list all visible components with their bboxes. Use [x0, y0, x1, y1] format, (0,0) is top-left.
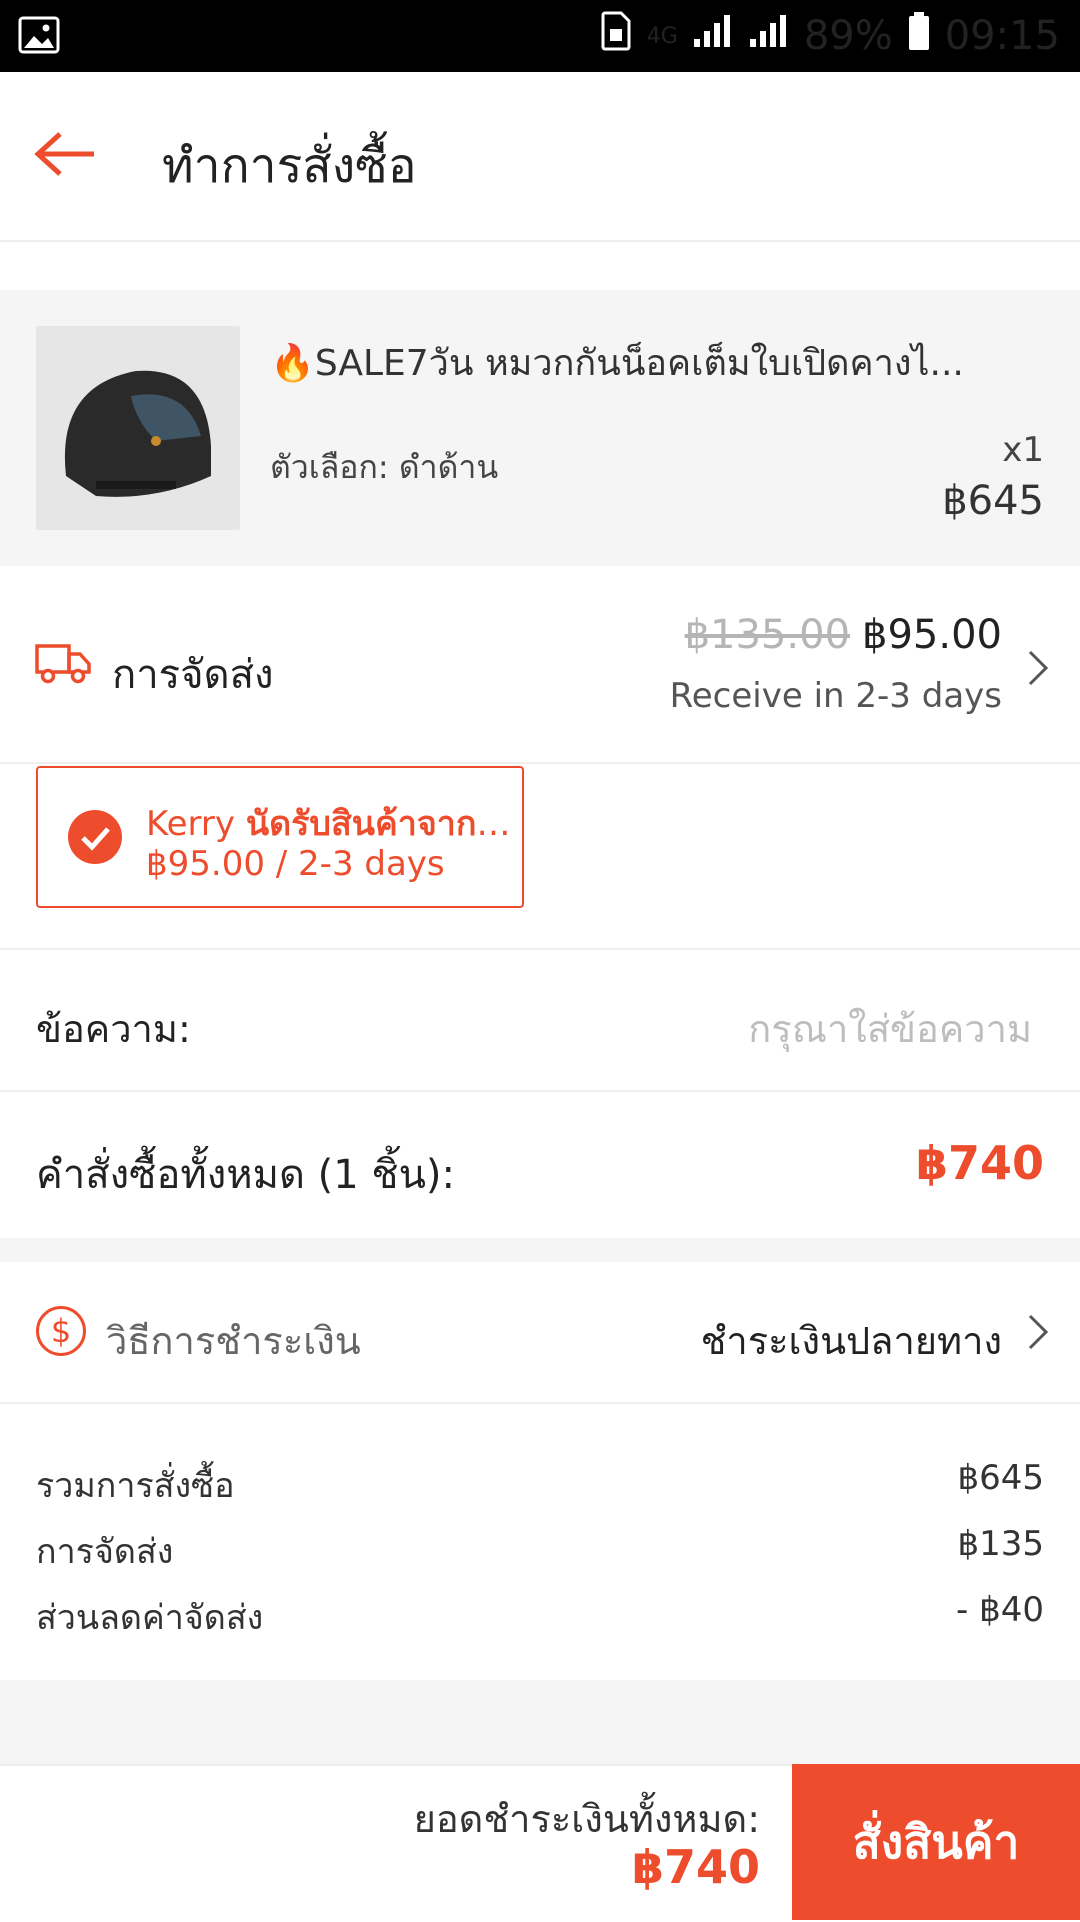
image-notification-icon [18, 14, 60, 56]
summary-discount-label: ส่วนลดค่าจัดส่ง [36, 1598, 264, 1638]
summary-shipping-value: ฿135 [957, 1524, 1044, 1564]
clock: 09:15 [944, 13, 1060, 59]
summary-subtotal-value: ฿645 [957, 1458, 1044, 1498]
order-total-value: ฿740 [915, 1136, 1044, 1190]
chevron-right-icon[interactable] [1026, 648, 1050, 688]
shipping-label: การจัดส่ง [112, 652, 274, 698]
place-order-button[interactable]: สั่งสินค้า [792, 1764, 1080, 1920]
signal-icon [692, 13, 734, 59]
section-divider [0, 1238, 1080, 1262]
summary-discount-value: - ฿40 [956, 1590, 1044, 1630]
product-quantity: x1 [1002, 430, 1044, 470]
signal-icon-2 [748, 13, 790, 59]
back-arrow-icon[interactable] [34, 130, 98, 178]
payment-method-label: วิธีการชำระเงิน [106, 1319, 361, 1363]
product-variant: ตัวเลือก: ดำด้าน [270, 448, 499, 486]
message-label: ข้อความ: [36, 1007, 191, 1051]
courier-name: Kerry นัดรับสินค้าจากร้า... [146, 796, 516, 850]
product-image[interactable] [36, 326, 240, 530]
product-price: ฿645 [942, 478, 1044, 524]
summary-subtotal-label: รวมการสั่งซื้อ [36, 1466, 235, 1506]
battery-icon [907, 11, 931, 61]
network-type: 4G [646, 23, 678, 49]
shipping-price: ฿135.00 ฿95.00 [685, 612, 1002, 658]
product-name[interactable]: 🔥SALE7วัน หมวกกันน็อคเต็มใบเปิดคางไ... [270, 334, 1030, 391]
page-title: ทำการสั่งซื้อ [162, 138, 417, 194]
shipping-old-price: ฿135.00 [684, 612, 851, 658]
truck-icon [34, 640, 92, 686]
chevron-right-icon[interactable] [1026, 1312, 1050, 1352]
sim-icon [599, 11, 633, 61]
summary-shipping-label: การจัดส่ง [36, 1532, 174, 1572]
check-icon [68, 810, 122, 864]
courier-detail: ฿95.00 / 2-3 days [146, 844, 445, 884]
message-input[interactable]: กรุณาใส่ข้อความ [748, 998, 1032, 1059]
dollar-icon: $ [36, 1306, 86, 1356]
courier-brand: Kerry [146, 804, 236, 844]
shipping-days: Receive in 2-3 days [669, 676, 1002, 716]
status-icons: 4G 89% 09:15 [599, 0, 1060, 72]
payment-method-value: ชำระเงินปลายทาง [700, 1319, 1002, 1363]
shipping-new-price: ฿95.00 [862, 612, 1002, 658]
payment-total-value: ฿740 [631, 1840, 760, 1894]
battery-percent: 89% [803, 13, 893, 59]
courier-service: นัดรับสินค้าจากร้า... [245, 804, 516, 844]
order-total-label: คำสั่งซื้อทั้งหมด (1 ชิ้น): [36, 1152, 456, 1198]
bottom-spacer [0, 1680, 1080, 1764]
